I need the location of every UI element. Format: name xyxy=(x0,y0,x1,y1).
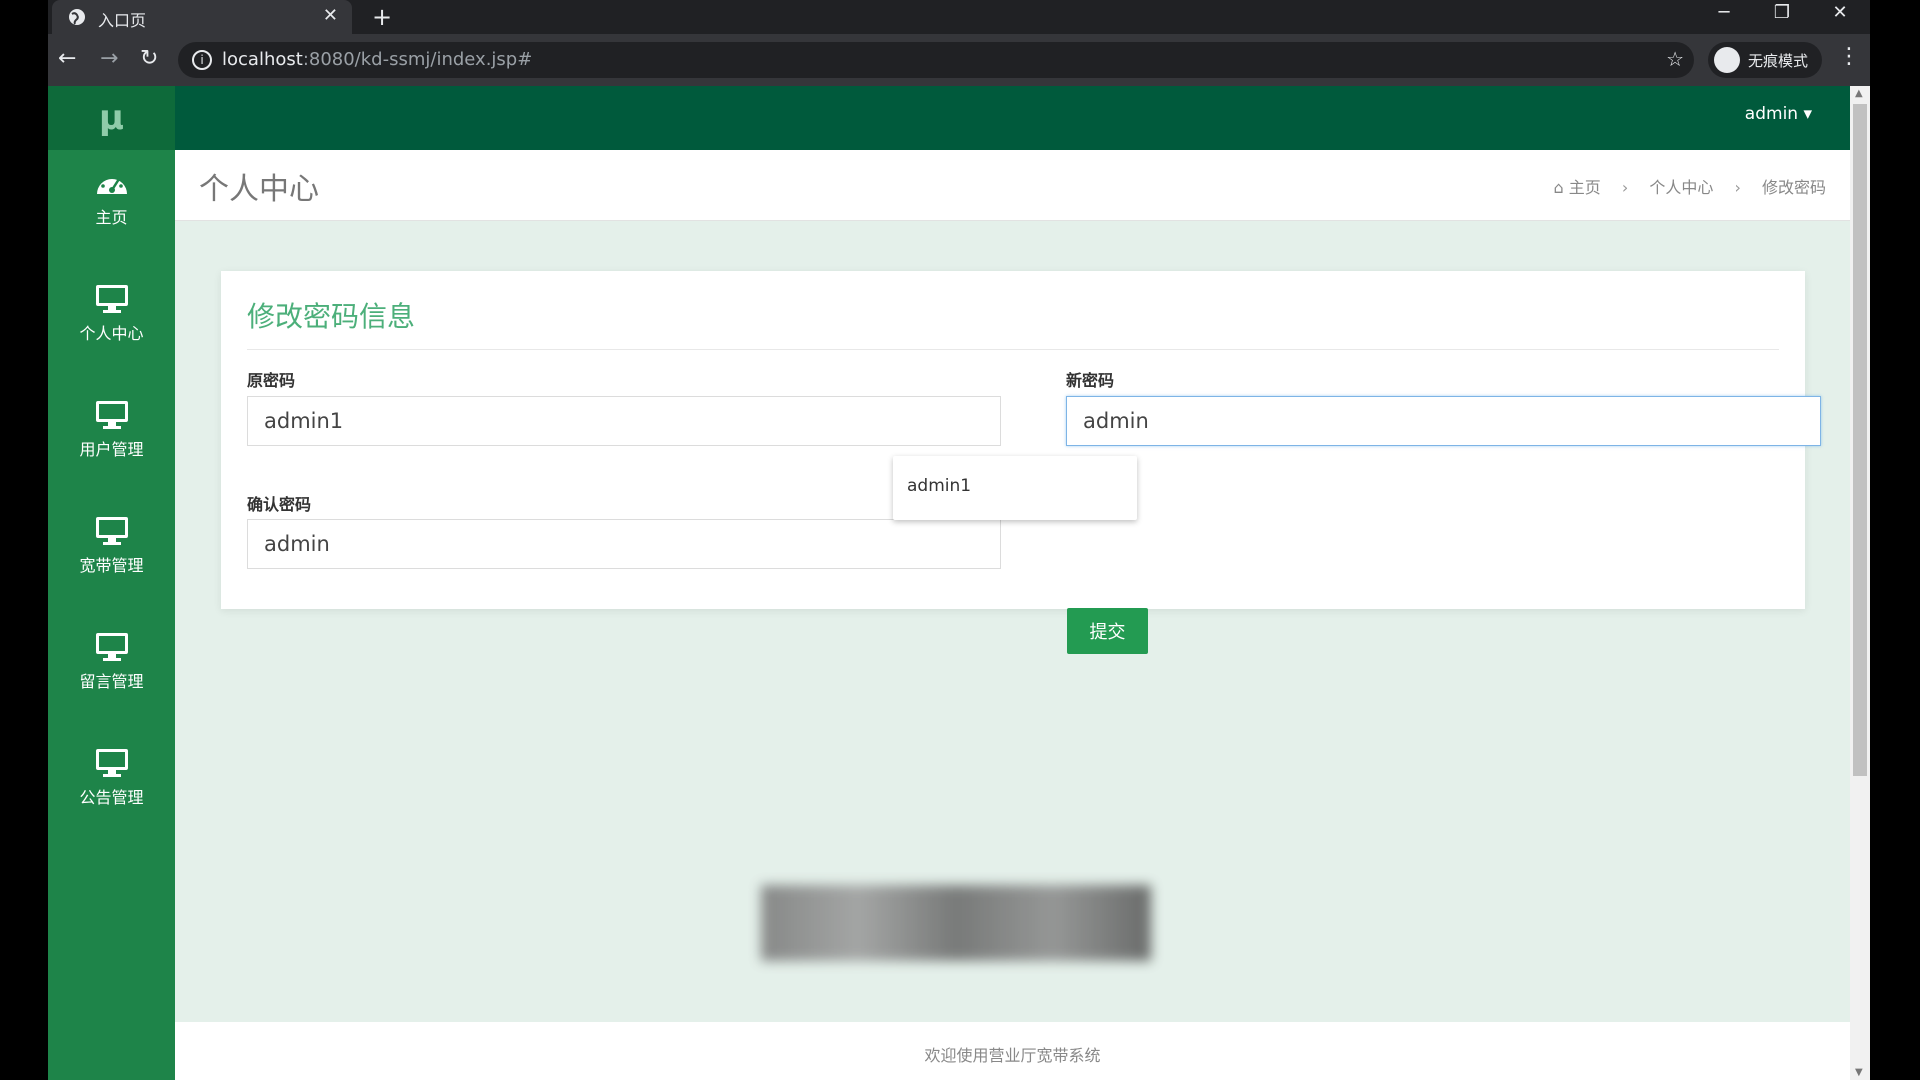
sidebar: μ 主页 个人中心 用户管理 宽带管理 留言管理 公告管理 xyxy=(48,86,175,1080)
monitor-icon xyxy=(95,517,128,545)
monitor-icon xyxy=(95,401,128,429)
address-bar[interactable]: i localhost:8080/kd-ssmj/index.jsp# ☆ xyxy=(178,42,1694,78)
browser-window: 入口页 ✕ + ─ ❐ ✕ ← → ↻ i localhost:8080/kd-… xyxy=(48,0,1870,1080)
sidebar-item-label: 留言管理 xyxy=(79,672,144,691)
confirm-password-input[interactable] xyxy=(247,519,1001,569)
tab-title: 入口页 xyxy=(98,11,147,30)
url-text: localhost:8080/kd-ssmj/index.jsp# xyxy=(222,49,533,70)
page-scrollbar[interactable]: ▲ ▼ xyxy=(1850,86,1870,1080)
back-icon[interactable]: ← xyxy=(58,46,76,71)
top-navbar: admin ▾ xyxy=(175,86,1850,150)
scroll-up-icon[interactable]: ▲ xyxy=(1855,88,1863,99)
monitor-icon xyxy=(95,633,128,661)
sidebar-item-broadband[interactable]: 宽带管理 xyxy=(48,516,175,614)
divider xyxy=(247,349,1779,350)
page-header: 个人中心 ⌂ 主页 › 个人中心 › 修改密码 xyxy=(175,150,1850,221)
autocomplete-option[interactable]: admin1 xyxy=(907,476,971,496)
browser-tab[interactable]: 入口页 ✕ xyxy=(52,0,352,34)
page-viewport: μ 主页 个人中心 用户管理 宽带管理 留言管理 公告管理 admin ▾ 个人… xyxy=(48,86,1870,1080)
home-icon: ⌂ xyxy=(1553,178,1564,197)
old-password-label: 原密码 xyxy=(247,371,296,390)
password-card: 修改密码信息 原密码 新密码 确认密码 xyxy=(221,271,1821,609)
sidebar-item-label: 宽带管理 xyxy=(79,556,144,575)
globe-icon xyxy=(69,9,85,25)
sidebar-item-label: 用户管理 xyxy=(79,440,144,459)
scroll-down-icon[interactable]: ▼ xyxy=(1855,1067,1863,1078)
confirm-password-label: 确认密码 xyxy=(247,495,312,514)
scroll-thumb[interactable] xyxy=(1853,104,1867,776)
sidebar-item-label: 公告管理 xyxy=(79,788,144,807)
sidebar-item-users[interactable]: 用户管理 xyxy=(48,400,175,498)
reload-icon[interactable]: ↻ xyxy=(140,46,158,71)
new-tab-icon[interactable]: + xyxy=(372,3,392,31)
minimize-icon[interactable]: ─ xyxy=(1704,2,1744,23)
sidebar-item-label: 个人中心 xyxy=(79,324,144,343)
form-title: 修改密码信息 xyxy=(247,300,416,333)
app-logo: μ xyxy=(48,86,175,150)
sidebar-item-announcements[interactable]: 公告管理 xyxy=(48,748,175,846)
submit-button[interactable]: 提交 xyxy=(1067,608,1148,654)
new-password-label: 新密码 xyxy=(1066,371,1115,390)
breadcrumb-home[interactable]: 主页 xyxy=(1569,178,1601,197)
new-password-input[interactable] xyxy=(1066,396,1821,446)
restore-icon[interactable]: ❐ xyxy=(1762,2,1802,23)
forward-icon[interactable]: → xyxy=(100,46,118,71)
dashboard-icon xyxy=(96,173,127,194)
old-password-input[interactable] xyxy=(247,396,1001,446)
footer-text: 欢迎使用营业厅宽带系统 xyxy=(924,1046,1101,1065)
browser-toolbar: ← → ↻ i localhost:8080/kd-ssmj/index.jsp… xyxy=(48,34,1870,86)
breadcrumb: ⌂ 主页 › 个人中心 › 修改密码 xyxy=(1554,174,1826,198)
sidebar-item-home[interactable]: 主页 xyxy=(48,168,175,266)
info-icon[interactable]: i xyxy=(192,50,212,70)
breadcrumb-separator: › xyxy=(1621,178,1629,197)
page-title: 个人中心 xyxy=(199,172,319,207)
bookmark-star-icon[interactable]: ☆ xyxy=(1666,47,1684,71)
browser-menu-icon[interactable]: ⋮ xyxy=(1838,44,1860,69)
incognito-icon xyxy=(1714,47,1740,73)
breadcrumb-separator: › xyxy=(1734,178,1741,197)
close-tab-icon[interactable]: ✕ xyxy=(323,5,338,26)
close-window-icon[interactable]: ✕ xyxy=(1820,2,1860,23)
sidebar-item-messages[interactable]: 留言管理 xyxy=(48,632,175,730)
user-menu[interactable]: admin ▾ xyxy=(1745,104,1812,124)
monitor-icon xyxy=(95,749,128,777)
breadcrumb-current: 修改密码 xyxy=(1761,178,1826,197)
footer: 欢迎使用营业厅宽带系统 xyxy=(175,1022,1850,1080)
autocomplete-dropdown: admin1 xyxy=(893,456,1137,520)
incognito-badge[interactable]: 无痕模式 xyxy=(1708,42,1822,78)
tab-strip: 入口页 ✕ + ─ ❐ ✕ xyxy=(48,0,1870,34)
monitor-icon xyxy=(95,285,128,313)
sidebar-item-profile[interactable]: 个人中心 xyxy=(48,284,175,382)
blurred-overlay xyxy=(761,885,1151,961)
sidebar-item-label: 主页 xyxy=(95,208,128,227)
breadcrumb-profile[interactable]: 个人中心 xyxy=(1649,178,1713,197)
